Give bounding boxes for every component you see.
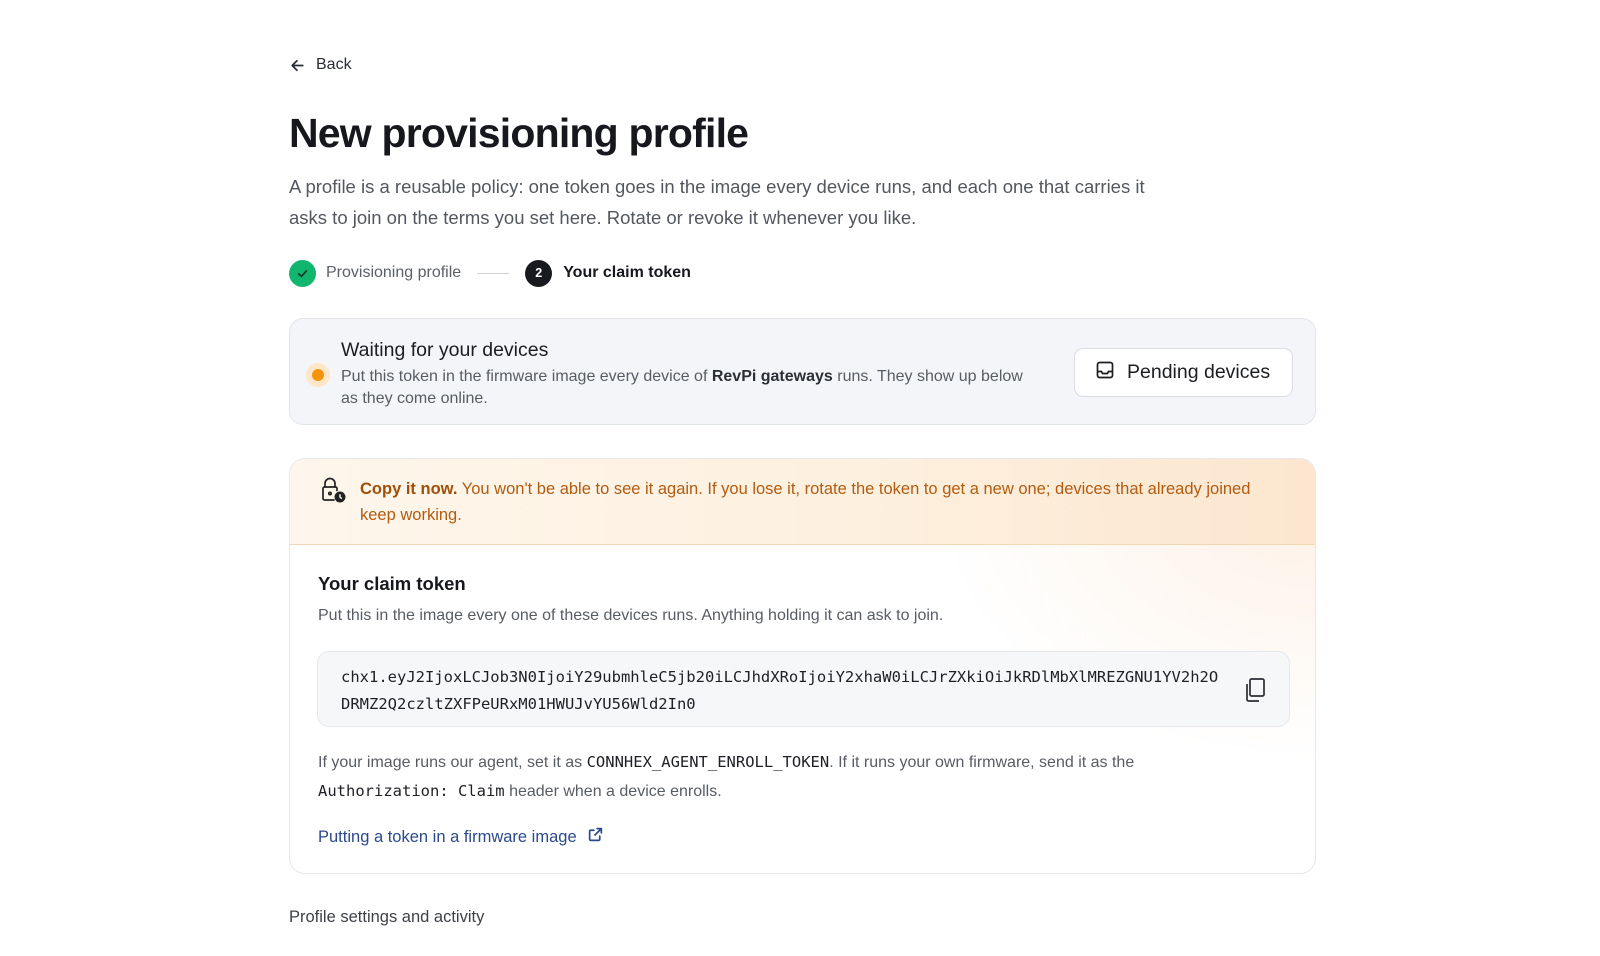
copy-warning-banner: Copy it now. You won't be able to see it… [290,459,1315,545]
device-group-name: RevPi gateways [711,368,833,385]
pending-devices-button[interactable]: Pending devices [1074,348,1293,397]
waiting-description: Put this token in the firmware image eve… [341,368,1023,407]
copy-icon[interactable] [1243,677,1269,703]
token-value[interactable]: chx1.eyJ2IjoxLCJob3N0IjoiY29ubmhleC5jb20… [341,664,1221,718]
stepper: Provisioning profile 2 Your claim token [289,259,691,287]
step-2-number: 2 [525,259,553,287]
arrow-left-icon [289,57,306,74]
waiting-panel: Waiting for your devices Put this token … [289,318,1316,425]
step-connector [477,272,510,274]
page-title: New provisioning profile [289,110,749,156]
check-icon [289,259,316,287]
status-indicator [306,363,330,387]
token-usage-note: If your image runs our agent, set it as … [318,753,1135,800]
step-1-label: Provisioning profile [326,264,462,281]
claim-token-title: Your claim token [318,573,466,594]
page-intro: A profile is a reusable policy: one toke… [289,176,1145,228]
profile-settings-section-label[interactable]: Profile settings and activity [289,908,484,927]
env-var-name: CONNHEX_AGENT_ENROLL_TOKEN [586,753,830,771]
lock-clock-icon [320,476,346,509]
claim-token-card: Copy it now. You won't be able to see it… [289,458,1316,874]
docs-link-label: Putting a token in a firmware image [318,827,577,846]
back-link[interactable]: Back [289,56,352,74]
external-link-icon [587,826,604,848]
back-label: Back [316,56,352,73]
firmware-docs-link[interactable]: Putting a token in a firmware image [318,826,604,848]
page: Back New provisioning profile A profile … [0,0,1600,956]
token-field[interactable]: chx1.eyJ2IjoxLCJob3N0IjoiY29ubmhleC5jb20… [317,651,1290,727]
inbox-icon [1095,360,1115,386]
pending-devices-label: Pending devices [1127,361,1271,383]
claim-token-subtitle: Put this in the image every one of these… [318,607,944,624]
waiting-title: Waiting for your devices [341,339,549,361]
step-2-label: Your claim token [563,264,691,281]
copy-warning-text: Copy it now. You won't be able to see it… [360,480,1251,524]
auth-header-name: Authorization: Claim [318,782,505,800]
